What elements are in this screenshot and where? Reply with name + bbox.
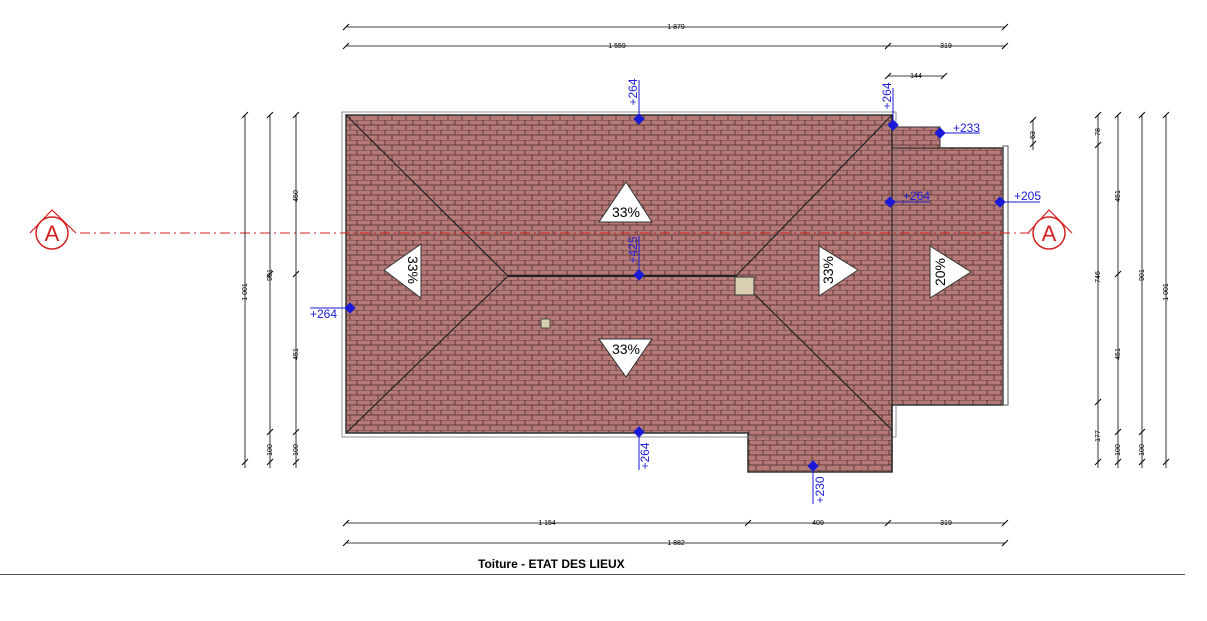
dim-right-451a: 451 (1115, 190, 1122, 202)
dim-left-450: 450 (293, 190, 300, 202)
dim-bottom-total: 1 882 (667, 540, 685, 547)
dim-top-b: 319 (940, 43, 952, 50)
dim-left-100a: 100 (267, 444, 274, 456)
slope-label-west: 33% (405, 256, 421, 284)
section-label-right: A (1042, 221, 1057, 246)
elevation-top-ridge: +264 (626, 78, 640, 105)
dim-right-1001: 1 001 (1163, 283, 1170, 301)
roof-vent (540, 318, 551, 329)
slope-label-south: 33% (612, 341, 640, 357)
dim-right-100b: 100 (1139, 444, 1146, 456)
slope-label-north: 33% (612, 204, 640, 220)
dim-left-451: 451 (293, 348, 300, 360)
dim-right-746: 746 (1095, 271, 1102, 283)
dim-right-100a: 100 (1115, 444, 1122, 456)
roof-plan: A A 33% 33% 33% 33% 20% +264 +425 +264 +… (29, 23, 1170, 547)
caption-rule (0, 574, 1185, 575)
elevation-center: +425 (626, 236, 640, 263)
dim-bottom-c: 319 (940, 520, 952, 527)
dim-right-63: 63 (1030, 131, 1037, 139)
elevation-annex-bottom: +230 (813, 476, 827, 503)
dim-right-78: 78 (1095, 128, 1102, 136)
dim-bottom-b: 409 (812, 520, 824, 527)
elevation-bottom: +264 (638, 442, 652, 469)
dim-top-a: 1 559 (608, 43, 626, 50)
elevation-far-right: +205 (1014, 189, 1041, 203)
chimney (734, 276, 755, 296)
dim-top-total: 1 879 (667, 24, 685, 31)
section-label-left: A (45, 221, 60, 246)
elevation-corner: +264 (880, 82, 894, 109)
dim-left-901: 901 (267, 269, 274, 281)
dim-left-1001: 1 001 (242, 283, 249, 301)
elevation-mid-right: +264 (903, 189, 930, 203)
dim-bottom-a: 1 154 (538, 520, 556, 527)
drawing-caption: Toiture - ETAT DES LIEUX (478, 557, 625, 571)
dim-right-451b: 451 (1115, 348, 1122, 360)
slope-label-east: 33% (820, 256, 836, 284)
slope-label-annex: 20% (932, 258, 948, 286)
dim-right-901: 901 (1139, 269, 1146, 281)
elevation-notch: +233 (953, 121, 980, 135)
elevation-left: +264 (310, 307, 337, 321)
dim-right-177: 177 (1095, 430, 1102, 442)
dim-left-100b: 100 (293, 444, 300, 456)
dim-annex-width: 144 (910, 73, 922, 80)
roof-surface (341, 111, 1009, 473)
